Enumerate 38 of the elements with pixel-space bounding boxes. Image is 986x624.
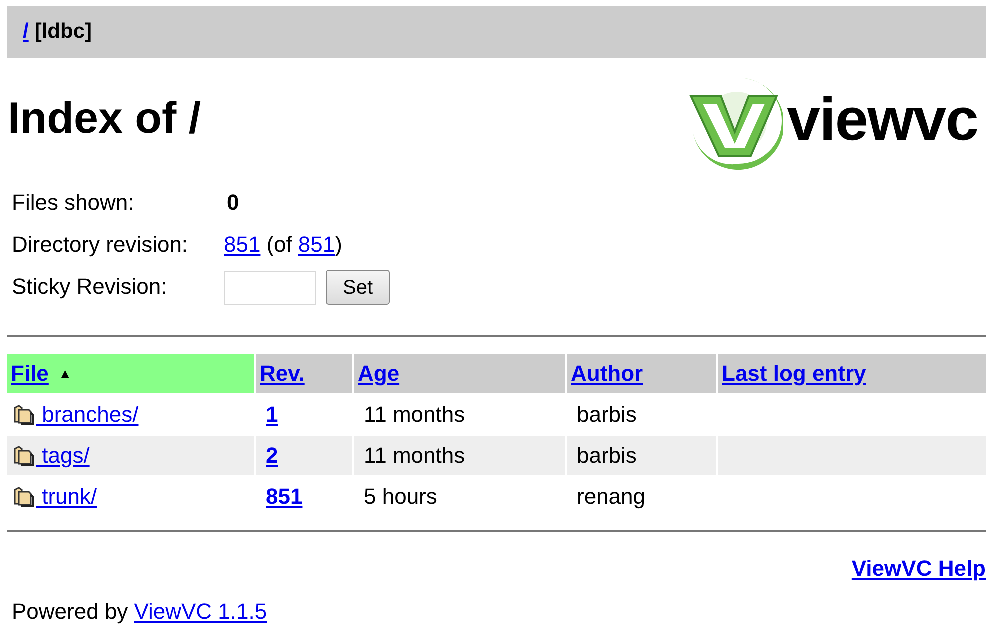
set-button[interactable]: Set <box>326 270 390 305</box>
powered-by-text: Powered by <box>12 598 128 624</box>
age-cell-text: 5 hours <box>364 483 438 511</box>
revision-link[interactable]: 851 <box>224 228 261 261</box>
age-cell-text: 11 months <box>364 401 466 429</box>
revision-link[interactable]: 2 <box>266 439 278 472</box>
closing-paren: ) <box>335 231 342 259</box>
repository-name: [ldbc] <box>34 19 92 46</box>
page-title: Index of / <box>7 93 202 145</box>
folder-icon <box>13 446 35 466</box>
sort-link[interactable]: File <box>11 357 49 390</box>
files-shown-label: Files shown: <box>12 189 136 217</box>
revision-link[interactable]: 1 <box>266 398 278 431</box>
sticky-revision-label: Sticky Revision: <box>12 273 168 301</box>
latest-revision-link[interactable]: 851 <box>298 228 336 261</box>
viewvc-link[interactable]: ViewVC 1.1.5 <box>134 595 268 624</box>
sort-arrow-icon: ▲ <box>58 364 72 384</box>
revision-of-text: (of <box>266 231 292 259</box>
revision-link[interactable]: 851 <box>266 480 303 513</box>
author-cell-text: barbis <box>577 442 637 470</box>
breadcrumb-link[interactable]: / <box>23 16 29 48</box>
age-cell-text: 11 months <box>364 442 466 470</box>
directory-link[interactable]: trunk/ <box>36 480 98 513</box>
directory-revision-label: Directory revision: <box>12 231 190 259</box>
sticky-revision-field[interactable] <box>224 270 316 304</box>
folder-icon <box>13 404 35 424</box>
folder-icon <box>13 486 35 506</box>
viewvc-logo: viewvc <box>687 74 978 170</box>
directory-link[interactable]: branches/ <box>36 398 139 431</box>
files-shown-value: 0 <box>226 189 240 217</box>
sort-link[interactable]: Age <box>358 357 400 390</box>
author-cell-text: barbis <box>577 401 637 429</box>
sort-link[interactable]: Rev. <box>260 357 305 390</box>
sort-link[interactable]: Author <box>571 357 644 390</box>
sort-link[interactable]: Last log entry <box>722 357 866 390</box>
help-link[interactable]: ViewVC Help <box>852 552 986 585</box>
author-cell-text: renang <box>577 483 646 511</box>
directory-link[interactable]: tags/ <box>36 439 90 472</box>
